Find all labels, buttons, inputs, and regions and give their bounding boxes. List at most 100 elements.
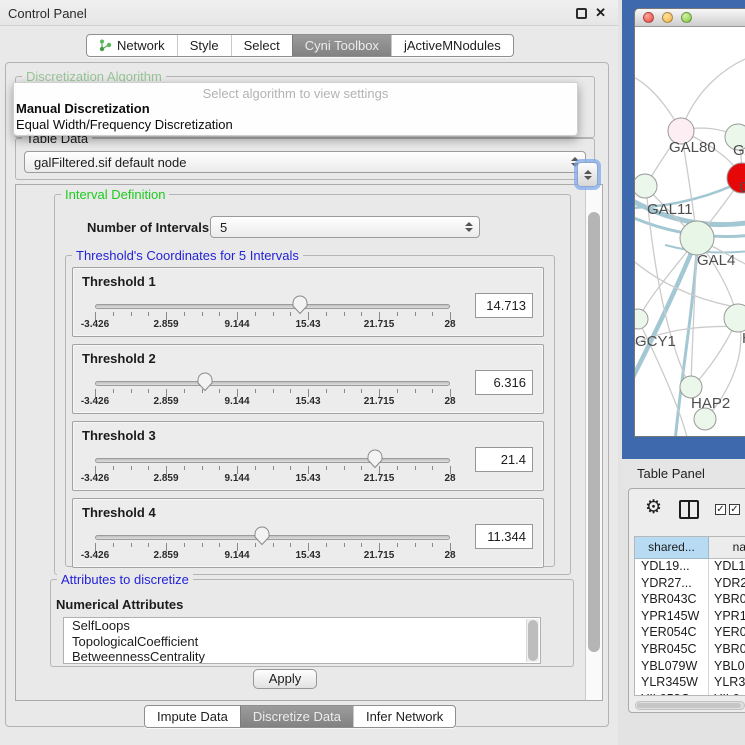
tab-style[interactable]: Style: [177, 35, 231, 56]
panel-title: Control Panel: [8, 6, 87, 21]
attributes-group: Attributes to discretize Numerical Attri…: [50, 579, 574, 667]
interval-definition-title: Interval Definition: [61, 187, 169, 202]
table-row[interactable]: YER054CYER0: [635, 625, 745, 642]
list-scrollbar[interactable]: [526, 619, 539, 662]
network-desktop: GAL80GACGAL11GAL4GCY1HHAP2: [622, 0, 745, 459]
network-icon: [99, 39, 112, 52]
number-of-intervals-label: Number of Intervals: [87, 220, 209, 235]
tab-impute-data[interactable]: Impute Data: [145, 706, 240, 727]
table-row[interactable]: YDL19...YDL1: [635, 559, 745, 576]
slider-thumb[interactable]: [366, 449, 384, 469]
table-data-combo[interactable]: galFiltered.sif default node: [24, 151, 586, 173]
settings-scrollbar[interactable]: [585, 185, 602, 700]
gear-icon[interactable]: ⚙: [645, 496, 662, 519]
node-label: GAL4: [697, 252, 735, 269]
slider-tick-labels: -3.4262.8599.14415.4321.71528: [95, 550, 450, 562]
cell-shared-name: YDR27...: [635, 576, 709, 593]
attribute-list-item[interactable]: SelfLoops: [64, 618, 540, 634]
threshold-value-field[interactable]: 11.344: [475, 524, 533, 549]
cell-shared-name: YBR045C: [635, 642, 709, 659]
stepper-icon: [465, 222, 473, 232]
algorithm-combo-stepper[interactable]: [577, 162, 598, 187]
threshold-label: Threshold 4: [82, 505, 156, 520]
algorithm-option[interactable]: Manual Discretization: [14, 101, 577, 117]
node-label: GCY1: [635, 333, 676, 350]
tab-jactivemnodules[interactable]: jActiveMNodules: [391, 35, 513, 56]
table-horizontal-scrollbar[interactable]: [635, 701, 745, 710]
threshold-value-field[interactable]: 14.713: [475, 293, 533, 318]
cell-shared-name: YPR145W: [635, 609, 709, 626]
control-panel-titlebar: Control Panel ✕: [0, 0, 618, 26]
cell-name: YIL0: [709, 692, 745, 696]
cell-shared-name: YDL19...: [635, 559, 709, 576]
column-header[interactable]: na: [709, 537, 745, 559]
tab-discretize-data[interactable]: Discretize Data: [240, 706, 353, 727]
table-row[interactable]: YBL079WYBL0: [635, 659, 745, 676]
checkbox-checked-icon[interactable]: ✓: [715, 504, 726, 515]
tab-select[interactable]: Select: [231, 35, 292, 56]
table-panel: ⚙ ✓ ✓ shared...na YDL19...YDL1YDR27...YD…: [628, 488, 745, 713]
algorithm-dropdown-popup: Select algorithm to view settings Manual…: [13, 82, 578, 136]
cell-name: YER0: [709, 625, 745, 642]
bottom-tab-bar: Impute Data Discretize Data Infer Network: [144, 705, 456, 728]
network-node[interactable]: [680, 221, 714, 255]
cell-name: YBR0: [709, 592, 745, 609]
column-header[interactable]: shared...: [635, 537, 709, 559]
slider-thumb[interactable]: [253, 526, 271, 546]
tab-network[interactable]: Network: [87, 35, 177, 56]
checkbox-checked-icon[interactable]: ✓: [729, 504, 740, 515]
thresholds-group: Threshold's Coordinates for 5 Intervals …: [65, 255, 555, 567]
threshold-box-4: Threshold 4 -3.4262.8599.14415.4321.71528…: [72, 498, 544, 568]
table-row[interactable]: YBR043CYBR0: [635, 592, 745, 609]
number-of-intervals-combo[interactable]: 5: [210, 216, 480, 238]
apply-button[interactable]: Apply: [253, 669, 317, 689]
slider-tick-labels: -3.4262.8599.14415.4321.71528: [95, 319, 450, 331]
tab-infer-network[interactable]: Infer Network: [353, 706, 455, 727]
close-traffic-light-icon[interactable]: [643, 12, 654, 23]
slider-thumb[interactable]: [291, 295, 309, 315]
table-data-group: Table Data galFiltered.sif default node: [15, 138, 595, 180]
float-window-icon[interactable]: [576, 8, 587, 19]
minimize-traffic-light-icon[interactable]: [662, 12, 673, 23]
threshold-label: Threshold 3: [82, 428, 156, 443]
network-node[interactable]: [635, 309, 648, 329]
slider-thumb[interactable]: [196, 372, 214, 392]
network-window-titlebar: [635, 9, 745, 27]
attribute-list-item[interactable]: BetweennessCentrality: [64, 649, 540, 664]
tab-label: Infer Network: [366, 706, 443, 727]
cell-name: YDR2: [709, 576, 745, 593]
threshold-label: Threshold 2: [82, 351, 156, 366]
tab-cyni-toolbox[interactable]: Cyni Toolbox: [292, 35, 391, 56]
settings-scrollpane: Interval Definition Number of Intervals …: [15, 184, 603, 701]
network-node[interactable]: [724, 304, 745, 332]
table-row[interactable]: YDR27...YDR2: [635, 576, 745, 593]
numerical-attributes-list: SelfLoopsTopologicalCoefficientBetweenne…: [63, 617, 541, 664]
slider-track[interactable]: [95, 304, 450, 309]
network-node[interactable]: [635, 174, 657, 198]
slider-track[interactable]: [95, 458, 450, 463]
cell-shared-name: YIL053C: [635, 692, 709, 696]
table-row[interactable]: YBR045CYBR0: [635, 642, 745, 659]
table-panel-toolbar: ⚙ ✓ ✓: [629, 489, 745, 533]
algorithm-option[interactable]: Equal Width/Frequency Discretization: [14, 117, 577, 133]
threshold-value-field[interactable]: 21.4: [475, 447, 533, 472]
split-panel-icon[interactable]: [679, 500, 699, 519]
network-window[interactable]: GAL80GACGAL11GAL4GCY1HHAP2: [634, 8, 745, 437]
table-row[interactable]: YPR145WYPR1: [635, 609, 745, 626]
tab-label: Discretize Data: [253, 706, 341, 727]
network-canvas[interactable]: GAL80GACGAL11GAL4GCY1HHAP2: [635, 27, 745, 437]
network-edge[interactable]: [681, 55, 745, 131]
node-label: GAL80: [669, 139, 716, 156]
table-row[interactable]: YLR345WYLR3: [635, 675, 745, 692]
close-icon[interactable]: ✕: [595, 5, 606, 21]
table-row[interactable]: YIL053CYIL0: [635, 692, 745, 696]
table-panel-title: Table Panel: [637, 466, 705, 481]
slider-track[interactable]: [95, 535, 450, 540]
threshold-value-field[interactable]: 6.316: [475, 370, 533, 395]
slider-track[interactable]: [95, 381, 450, 386]
zoom-traffic-light-icon[interactable]: [681, 12, 692, 23]
slider-tick-labels: -3.4262.8599.14415.4321.71528: [95, 396, 450, 408]
node-label: GAL11: [647, 201, 693, 218]
attribute-list-item[interactable]: TopologicalCoefficient: [64, 634, 540, 650]
cell-name: YBR0: [709, 642, 745, 659]
